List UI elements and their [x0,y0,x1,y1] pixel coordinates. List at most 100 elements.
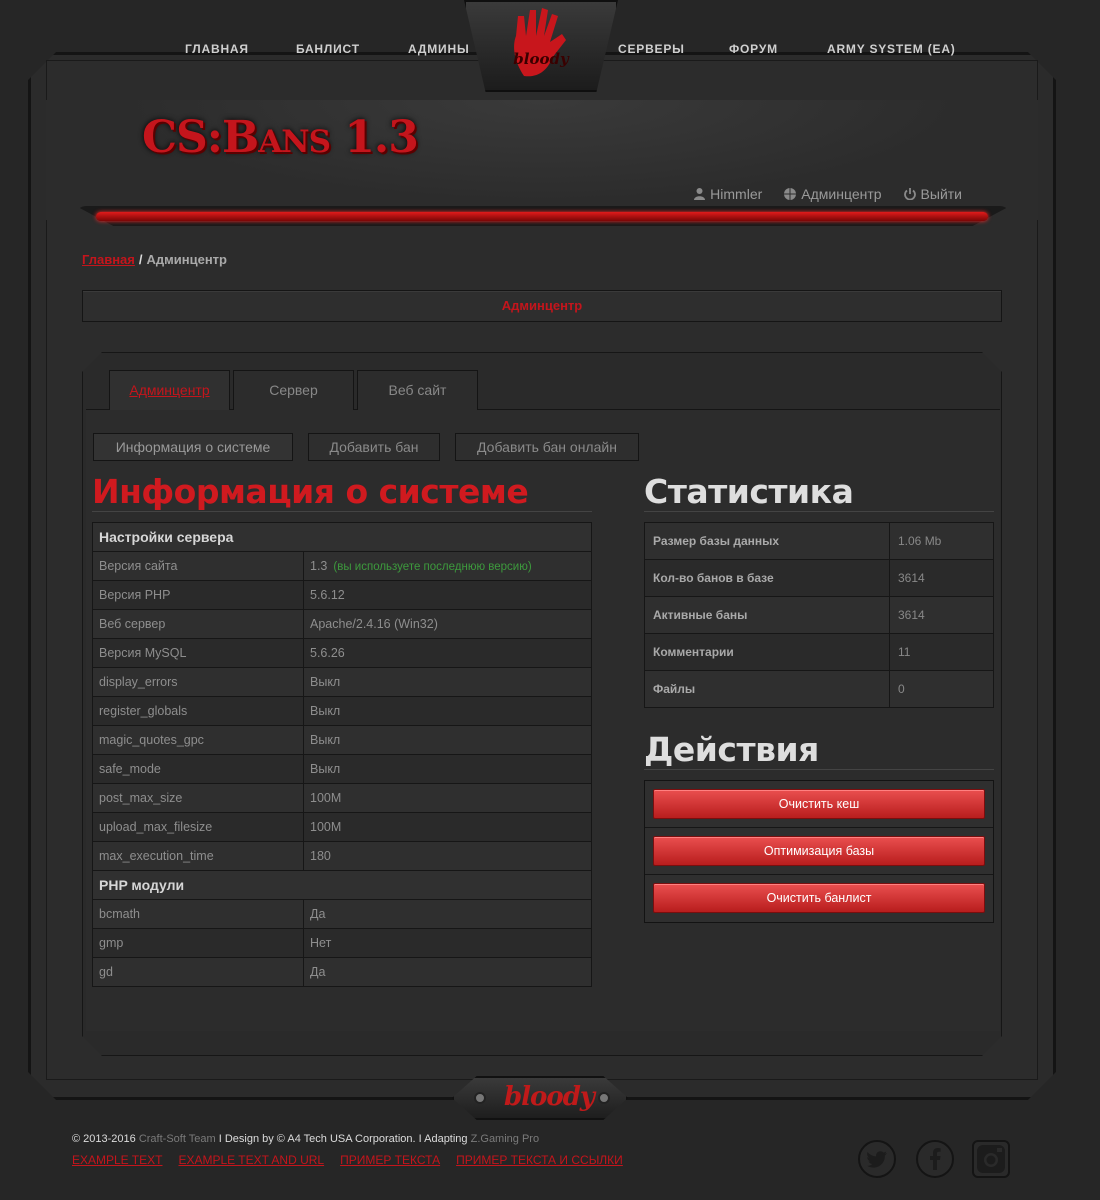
tab-server[interactable]: Сервер [233,370,354,410]
row-key: Версия MySQL [92,638,304,668]
nav-forum[interactable]: ФОРУМ [729,42,778,56]
row-value: 180 [303,841,592,871]
stat-value: 11 [889,633,994,671]
subtab-add-ban-online[interactable]: Добавить бан онлайн [455,433,639,461]
table-row: gd Да [92,957,592,987]
tab-website[interactable]: Веб сайт [357,370,478,410]
nav-army-system[interactable]: ARMY SYSTEM (EA) [827,42,956,56]
row-value: Нет [303,928,592,958]
nav-admins[interactable]: АДМИНЫ [408,42,470,56]
row-value: Выкл [303,725,592,755]
copyright-years: © 2013-2016 [72,1133,136,1145]
table-row: Версия MySQL 5.6.26 [92,638,592,668]
site-title[interactable]: CS:Bans 1.3 [142,112,419,163]
design-credit: I Design by © A4 Tech USA Corporation. I… [218,1133,468,1145]
subtab-add-ban[interactable]: Добавить бан [308,433,440,461]
subtab-system-info[interactable]: Информация о системе [93,433,293,461]
nav-home[interactable]: ГЛАВНАЯ [185,42,249,56]
table-row: Комментарии 11 [644,633,994,671]
sysinfo-heading: Информация о системе [92,472,529,511]
row-value: Apache/2.4.16 (Win32) [303,609,592,639]
breadcrumb: Главная / Админцентр [82,252,227,267]
globe-icon [784,188,797,200]
stat-key: Кол-во банов в базе [644,559,890,597]
row-key: post_max_size [92,783,304,813]
bloody-logo[interactable]: bloody [464,0,618,92]
copyright: © 2013-2016 Craft-Soft Team I Design by … [72,1133,539,1145]
footer-link[interactable]: EXAMPLE TEXT [72,1153,162,1167]
stat-key: Комментарии [644,633,890,671]
user-name: Himmler [710,186,763,202]
clear-banlist-button[interactable]: Очистить банлист [653,883,985,913]
breadcrumb-current: Админцентр [146,252,227,267]
nav-servers[interactable]: СЕРВЕРЫ [618,42,685,56]
row-value: 5.6.12 [303,580,592,610]
footer-link[interactable]: ПРИМЕР ТЕКСТА [340,1153,440,1167]
row-key: safe_mode [92,754,304,784]
tab-admin-center[interactable]: Админцентр [109,370,230,410]
user-icon [694,188,706,200]
bloody-hand-icon: bloody [513,8,570,77]
actions-panel: Очистить кеш Оптимизация базы Очистить б… [644,780,994,923]
clear-cache-button[interactable]: Очистить кеш [653,789,985,819]
table-row: Файлы 0 [644,670,994,708]
table-row: Размер базы данных 1.06 Mb [644,522,994,560]
footer-link[interactable]: EXAMPLE TEXT AND URL [178,1153,324,1167]
bolt-icon [598,1092,610,1104]
row-key: gd [92,957,304,987]
stats-heading: Статистика [644,472,854,511]
breadcrumb-separator: / [138,252,143,267]
section-php-modules: PHP модули [92,870,592,900]
site-version: 1.3 [310,559,328,573]
row-key: max_execution_time [92,841,304,871]
stat-value: 3614 [889,559,994,597]
row-key: Веб сервер [92,609,304,639]
row-key: gmp [92,928,304,958]
version-note: (вы используете последнюю версию) [333,561,532,573]
sysinfo-table: Настройки сервера Версия сайта 1.3 (вы ис… [92,522,592,987]
breadcrumb-home[interactable]: Главная [82,252,135,267]
table-row: register_globals Выкл [92,696,592,726]
table-row: Активные баны 3614 [644,596,994,634]
row-key: display_errors [92,667,304,697]
row-value: Выкл [303,696,592,726]
team-link[interactable]: Craft-Soft Team [139,1133,216,1145]
table-row: magic_quotes_gpc Выкл [92,725,592,755]
page-title: Админцентр [82,290,1002,322]
table-row: display_errors Выкл [92,667,592,697]
optimize-db-button[interactable]: Оптимизация базы [653,836,985,866]
bolt-icon [474,1092,486,1104]
user-bar: Himmler Админцентр Выйти [694,186,962,202]
footer-link[interactable]: ПРИМЕР ТЕКСТА И ССЫЛКИ [456,1153,623,1167]
table-row: Веб сервер Apache/2.4.16 (Win32) [92,609,592,639]
row-key: magic_quotes_gpc [92,725,304,755]
twitter-icon[interactable] [858,1140,896,1178]
logout-link[interactable]: Выйти [903,186,962,202]
user-link[interactable]: Himmler [694,186,762,202]
facebook-icon[interactable] [916,1140,954,1178]
row-value: 1.3 (вы используете последнюю версию) [303,551,592,581]
instagram-icon[interactable] [972,1140,1010,1178]
row-key: Версия PHP [92,580,304,610]
table-row: Версия сайта 1.3 (вы используете последню… [92,551,592,581]
footer-links: EXAMPLE TEXT EXAMPLE TEXT AND URL ПРИМЕР… [72,1153,623,1167]
row-value: 100M [303,812,592,842]
admin-center-link[interactable]: Админцентр [784,186,882,202]
stat-value: 0 [889,670,994,708]
row-key: Версия сайта [92,551,304,581]
stat-value: 1.06 Mb [889,522,994,560]
adapter-link[interactable]: Z.Gaming Pro [471,1133,539,1145]
stat-value: 3614 [889,596,994,634]
logout-label: Выйти [920,186,962,202]
row-value: 5.6.26 [303,638,592,668]
svg-text:bloody: bloody [513,50,570,68]
actions-divider [644,769,994,770]
nav-banlist[interactable]: БАНЛИСТ [296,42,360,56]
table-row: Кол-во банов в базе 3614 [644,559,994,597]
row-value: Выкл [303,754,592,784]
row-key: bcmath [92,899,304,929]
row-key: register_globals [92,696,304,726]
table-row: gmp Нет [92,928,592,958]
row-value: 100M [303,783,592,813]
stats-divider [644,511,994,512]
